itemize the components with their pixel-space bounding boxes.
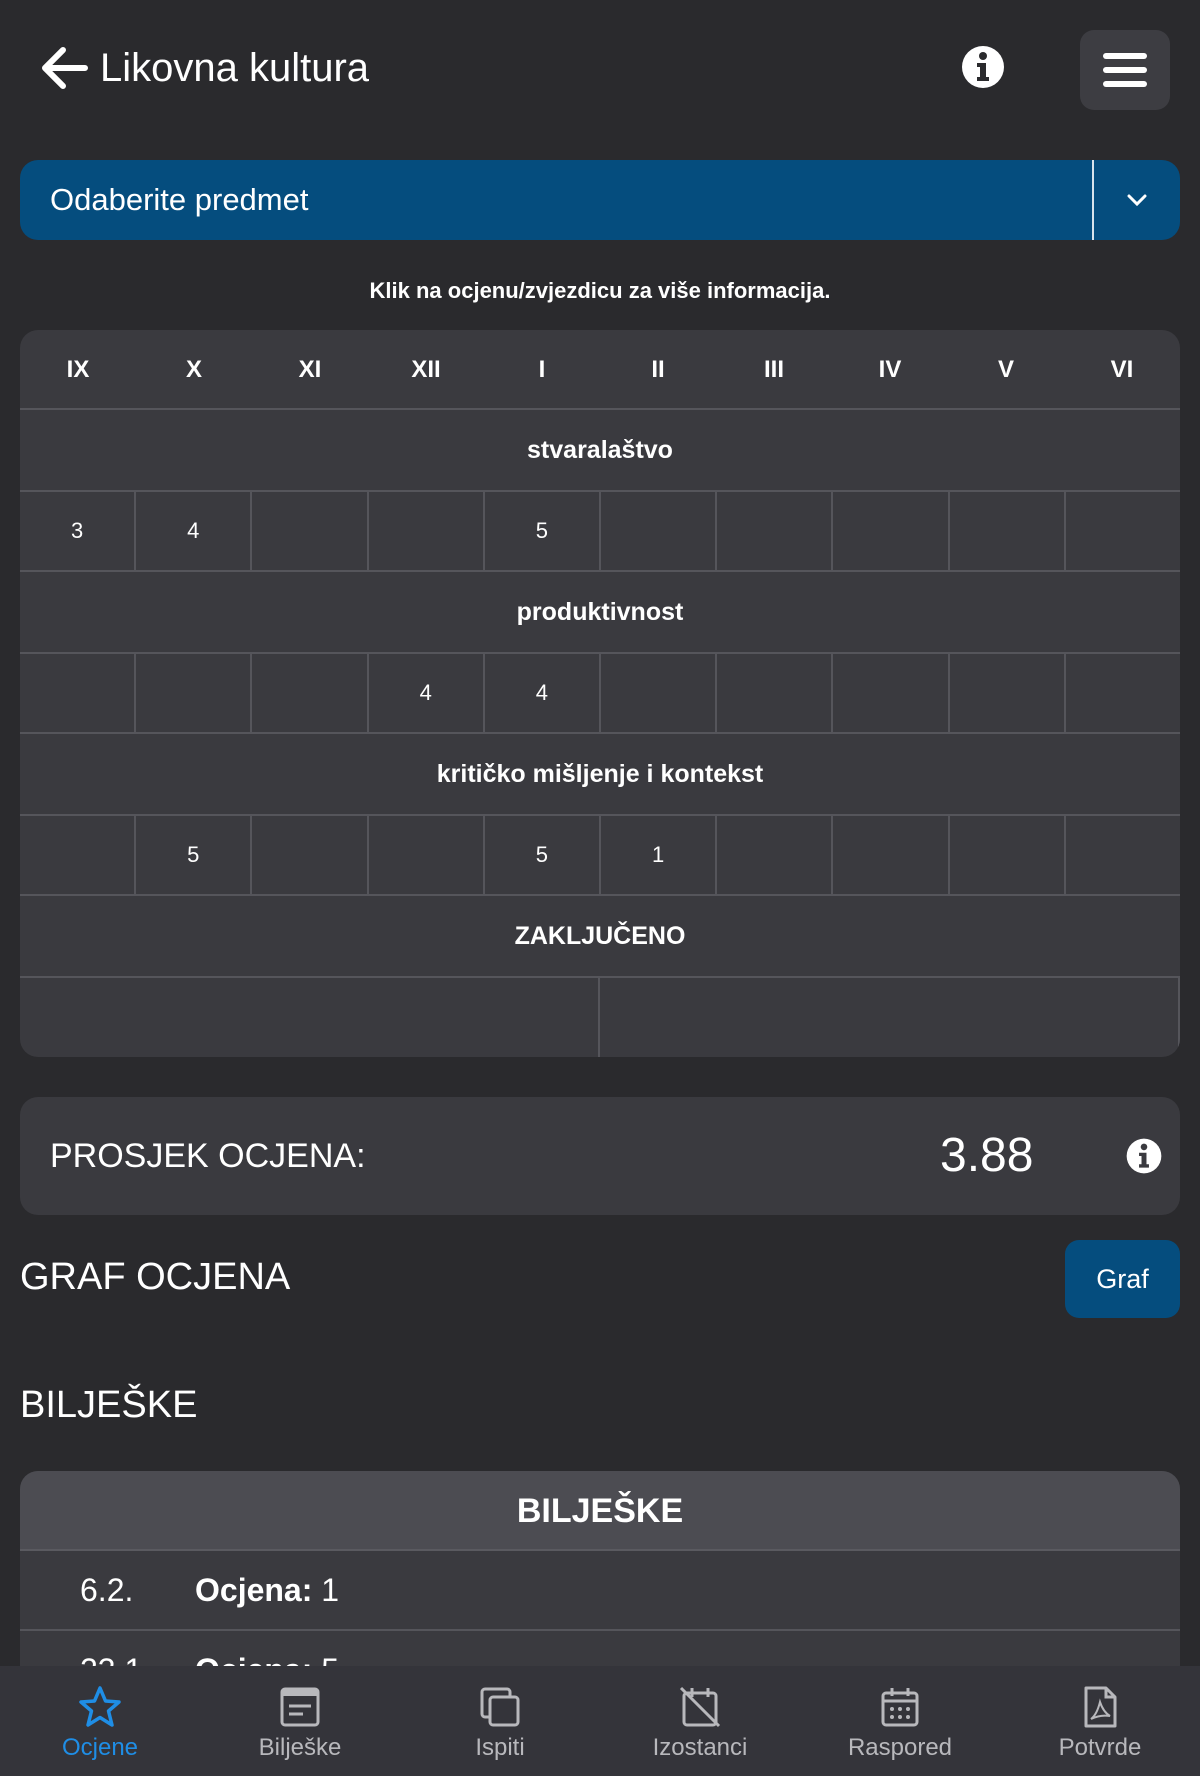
- grade-cell[interactable]: [717, 654, 834, 732]
- grade-cell[interactable]: [252, 654, 369, 732]
- grade-cell[interactable]: [136, 654, 253, 732]
- grade-cell[interactable]: [20, 654, 137, 732]
- category-header: stvaralaštvo: [20, 410, 1180, 492]
- note-value: 1: [321, 1572, 340, 1608]
- info-icon: [962, 46, 1004, 88]
- average-card: PROSJEK OCJENA: 3.88: [20, 1097, 1180, 1215]
- star-icon: [79, 1686, 121, 1727]
- grade-cell[interactable]: [950, 654, 1066, 732]
- grade-cell[interactable]: [1066, 816, 1180, 894]
- grade-cell[interactable]: [717, 492, 834, 570]
- nav-item-ispiti[interactable]: Ispiti: [400, 1666, 600, 1776]
- grade-cell[interactable]: 5: [485, 816, 602, 894]
- grade-row: 3 4 5: [20, 492, 1180, 572]
- grade-cell[interactable]: [252, 492, 369, 570]
- final-grade-cell[interactable]: [600, 978, 1180, 1057]
- grade-cell[interactable]: [950, 816, 1066, 894]
- average-value: 3.88: [940, 1129, 1034, 1182]
- average-label: PROSJEK OCJENA:: [50, 1137, 366, 1175]
- grade-row: 4 4: [20, 654, 1180, 734]
- notes-heading: BILJEŠKE: [20, 1384, 198, 1426]
- grade-row: 5 5 1: [20, 816, 1180, 896]
- grade-cell[interactable]: 5: [485, 492, 602, 570]
- grade-cell[interactable]: 4: [136, 492, 253, 570]
- final-grade-row: [20, 978, 1180, 1057]
- grade-cell[interactable]: [1066, 492, 1180, 570]
- grade-cell[interactable]: [369, 492, 485, 570]
- chevron-down-icon: [1127, 194, 1147, 207]
- month-header: XII: [411, 356, 441, 383]
- graph-heading: GRAF OCJENA: [20, 1256, 291, 1298]
- nav-item-raspored[interactable]: Raspored: [800, 1666, 1000, 1776]
- month-header: I: [538, 356, 546, 383]
- grade-cell[interactable]: [369, 816, 485, 894]
- grade-cell[interactable]: [833, 492, 950, 570]
- copy-icon: [480, 1687, 520, 1727]
- pdf-file-icon: [1084, 1686, 1117, 1728]
- month-header: III: [763, 356, 784, 383]
- category-header: produktivnost: [20, 572, 1180, 654]
- nav-item-biljeske[interactable]: Bilješke: [200, 1666, 400, 1776]
- grade-cell[interactable]: [601, 654, 718, 732]
- nav-item-potvrde[interactable]: Potvrde: [1000, 1666, 1200, 1776]
- note-row[interactable]: 6.2. Ocjena: 1: [20, 1551, 1180, 1631]
- nav-item-izostanci[interactable]: Izostanci: [600, 1666, 800, 1776]
- average-info-button[interactable]: [1125, 1137, 1163, 1175]
- bottom-nav: Ocjene Bilješke Ispiti Izostanci Raspore…: [0, 1666, 1200, 1776]
- select-arrow[interactable]: [1094, 160, 1180, 240]
- grade-cell[interactable]: [601, 492, 718, 570]
- nav-label: Ispiti: [475, 1734, 525, 1761]
- nav-label: Potvrde: [1058, 1734, 1142, 1761]
- note-text: Ocjena: 1: [195, 1551, 339, 1629]
- month-header: V: [997, 356, 1014, 383]
- note-label: Ocjena:: [195, 1572, 313, 1608]
- month-header: VI: [1110, 356, 1134, 383]
- note-date: 6.2.: [80, 1572, 134, 1608]
- notes-card-title: BILJEŠKE: [20, 1471, 1180, 1551]
- month-header: X: [185, 356, 202, 383]
- grade-cell[interactable]: 3: [20, 492, 137, 570]
- nav-label: Ocjene: [61, 1734, 139, 1761]
- grade-cell[interactable]: [833, 816, 950, 894]
- grade-cell[interactable]: [20, 816, 137, 894]
- grades-table: IX X XI XII I II III IV V VI stvaralaštv…: [20, 330, 1180, 1057]
- calendar-off-icon: [679, 1686, 721, 1728]
- grade-cell[interactable]: 4: [485, 654, 602, 732]
- nav-label: Bilješke: [258, 1734, 342, 1761]
- final-grade-cell[interactable]: [20, 978, 600, 1057]
- app-header: Likovna kultura: [0, 0, 1200, 140]
- month-header: II: [651, 356, 665, 383]
- subject-select[interactable]: Odaberite predmet: [20, 160, 1180, 240]
- grade-cell[interactable]: [717, 816, 834, 894]
- page-title: Likovna kultura: [100, 46, 370, 90]
- graph-button[interactable]: Graf: [1065, 1240, 1180, 1318]
- grade-cell[interactable]: [833, 654, 950, 732]
- grade-cell[interactable]: [252, 816, 369, 894]
- month-header: IV: [878, 356, 902, 383]
- grade-cell[interactable]: [1066, 654, 1180, 732]
- nav-item-ocjene[interactable]: Ocjene: [0, 1666, 200, 1776]
- subject-select-label: Odaberite predmet: [50, 182, 309, 217]
- notes-icon: [280, 1687, 320, 1727]
- grade-cell[interactable]: 1: [601, 816, 718, 894]
- info-icon: [1126, 1138, 1162, 1174]
- grade-cell[interactable]: [950, 492, 1066, 570]
- final-grade-header: ZAKLJUČENO: [20, 896, 1180, 978]
- grade-cell[interactable]: 5: [136, 816, 253, 894]
- grade-cell[interactable]: 4: [369, 654, 485, 732]
- back-button[interactable]: [38, 42, 90, 94]
- months-header-row: IX X XI XII I II III IV V VI: [20, 330, 1180, 410]
- category-header: kritičko mišljenje i kontekst: [20, 734, 1180, 816]
- hint-text: Klik na ocjenu/zvjezdicu za više informa…: [369, 278, 831, 303]
- month-header: XI: [298, 356, 322, 383]
- month-header: IX: [66, 356, 90, 383]
- nav-label: Raspored: [847, 1734, 953, 1761]
- nav-label: Izostanci: [652, 1734, 748, 1761]
- arrow-left-icon: [42, 47, 88, 89]
- info-button[interactable]: [960, 44, 1010, 94]
- hamburger-icon: [1103, 53, 1147, 87]
- calendar-icon: [881, 1688, 919, 1727]
- menu-button[interactable]: [1080, 30, 1170, 110]
